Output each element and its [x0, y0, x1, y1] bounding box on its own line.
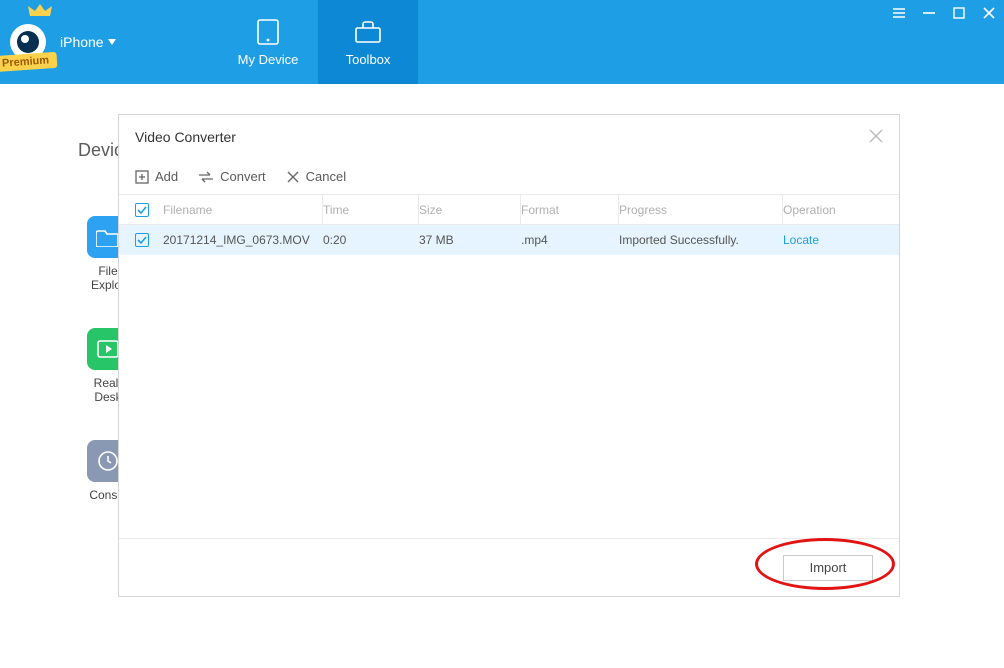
file-table: Filename Time Size Format Progress Opera…	[119, 195, 899, 538]
col-size: Size	[419, 203, 442, 217]
col-progress: Progress	[619, 203, 667, 217]
tab-my-device[interactable]: My Device	[218, 0, 318, 84]
device-label: iPhone	[60, 34, 104, 50]
maximize-icon[interactable]	[952, 6, 966, 20]
modal-toolbar: Add Convert Cancel	[119, 159, 899, 195]
convert-label: Convert	[220, 169, 266, 184]
cell-size: 37 MB	[419, 233, 454, 247]
nav-tabs: My Device Toolbox	[218, 0, 418, 84]
window-controls	[892, 6, 996, 20]
swap-icon	[198, 170, 214, 184]
col-operation: Operation	[783, 203, 836, 217]
plus-box-icon	[135, 170, 149, 184]
close-icon[interactable]	[869, 129, 883, 146]
logo-area: iPhone Premium	[0, 0, 218, 84]
convert-button[interactable]: Convert	[198, 169, 266, 184]
modal-header: Video Converter	[119, 115, 899, 159]
chevron-down-icon	[108, 39, 116, 45]
locate-link[interactable]: Locate	[783, 233, 883, 247]
col-format: Format	[521, 203, 559, 217]
crown-icon	[28, 4, 52, 18]
col-filename: Filename	[163, 203, 212, 217]
select-all-checkbox[interactable]	[135, 203, 149, 217]
table-row[interactable]: 20171214_IMG_0673.MOV 0:20 37 MB .mp4 Im…	[119, 225, 899, 255]
cell-filename: 20171214_IMG_0673.MOV	[163, 233, 310, 247]
cell-format: .mp4	[521, 233, 548, 247]
table-header: Filename Time Size Format Progress Opera…	[119, 195, 899, 225]
tablet-icon	[250, 18, 286, 46]
tab-toolbox[interactable]: Toolbox	[318, 0, 418, 84]
modal-footer: Import	[119, 538, 899, 596]
app-header: iPhone Premium My Device Toolbox	[0, 0, 1004, 84]
modal-title: Video Converter	[135, 129, 236, 145]
premium-badge: Premium	[0, 52, 58, 72]
import-button[interactable]: Import	[783, 555, 873, 581]
col-time: Time	[323, 203, 349, 217]
briefcase-icon	[350, 18, 386, 46]
x-icon	[286, 170, 300, 184]
device-selector[interactable]: iPhone	[60, 34, 116, 50]
cancel-label: Cancel	[306, 169, 346, 184]
page-title: Devic	[78, 140, 123, 161]
cell-time: 0:20	[323, 233, 346, 247]
video-converter-modal: Video Converter Add Convert Cancel Filen…	[118, 114, 900, 597]
menu-icon[interactable]	[892, 6, 906, 20]
nav-label: My Device	[238, 52, 299, 67]
import-label: Import	[810, 560, 847, 575]
row-checkbox[interactable]	[135, 233, 149, 247]
minimize-icon[interactable]	[922, 6, 936, 20]
add-button[interactable]: Add	[135, 169, 178, 184]
close-icon[interactable]	[982, 6, 996, 20]
nav-label: Toolbox	[346, 52, 391, 67]
cancel-button[interactable]: Cancel	[286, 169, 346, 184]
cell-progress: Imported Successfully.	[619, 233, 739, 247]
add-label: Add	[155, 169, 178, 184]
